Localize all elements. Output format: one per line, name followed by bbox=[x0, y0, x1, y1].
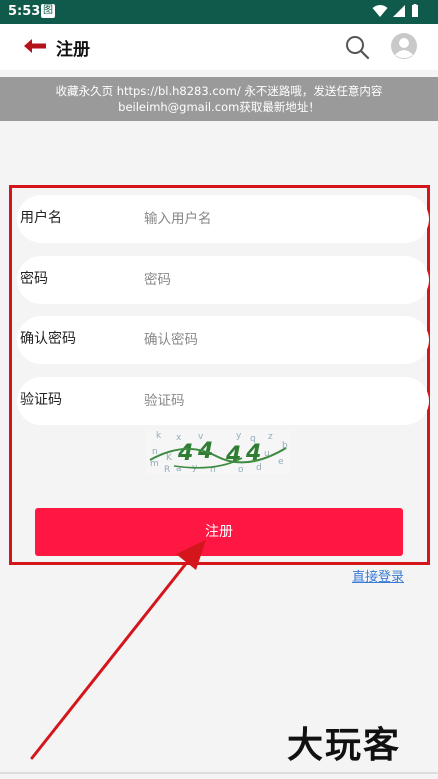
username-row: 用户名 bbox=[17, 195, 429, 243]
avatar-icon[interactable] bbox=[391, 33, 417, 59]
password-input[interactable] bbox=[142, 268, 406, 292]
svg-text:e: e bbox=[278, 457, 284, 467]
captcha-row: 验证码 bbox=[17, 377, 429, 425]
confirm-password-label: 确认密码 bbox=[20, 331, 76, 347]
username-input[interactable] bbox=[142, 207, 406, 231]
login-link[interactable]: 直接登录 bbox=[352, 566, 404, 585]
signal-icon bbox=[392, 5, 405, 17]
confirm-password-row: 确认密码 bbox=[17, 316, 429, 364]
status-indicators bbox=[372, 4, 420, 19]
register-button[interactable]: 注册 bbox=[35, 508, 403, 556]
notice-line-1: 收藏永久页 https://bl.h8283.com/ 永不迷路哦，发送任意内容 bbox=[55, 84, 383, 98]
confirm-password-input[interactable] bbox=[142, 328, 406, 352]
captcha-image[interactable]: kxv yqz nK u eR a yno dbm 44 44 bbox=[146, 430, 290, 474]
password-row: 密码 bbox=[17, 256, 429, 304]
svg-text:4: 4 bbox=[177, 441, 193, 466]
page-title: 注册 bbox=[56, 40, 90, 60]
app-notification-icon: 图 bbox=[41, 4, 55, 18]
password-label: 密码 bbox=[20, 271, 48, 287]
app-header: 注册 bbox=[0, 24, 438, 70]
svg-text:k: k bbox=[156, 431, 162, 441]
status-bar: 5:53 图 bbox=[0, 0, 438, 24]
svg-text:m: m bbox=[150, 459, 159, 469]
search-icon[interactable] bbox=[344, 34, 370, 60]
watermark: 大玩客 bbox=[287, 724, 402, 766]
bottom-divider bbox=[0, 772, 438, 774]
battery-icon bbox=[412, 4, 418, 17]
notice-banner: 收藏永久页 https://bl.h8283.com/ 永不迷路哦，发送任意内容… bbox=[0, 77, 438, 121]
captcha-label: 验证码 bbox=[20, 392, 62, 408]
svg-text:z: z bbox=[268, 432, 273, 442]
username-label: 用户名 bbox=[20, 210, 62, 226]
back-arrow-icon[interactable] bbox=[22, 36, 48, 56]
notice-line-2: beileimh@gmail.com获取最新地址！ bbox=[118, 100, 320, 114]
status-time: 5:53 bbox=[8, 4, 41, 19]
svg-text:R: R bbox=[164, 465, 170, 474]
captcha-input[interactable] bbox=[142, 389, 406, 413]
wifi-icon bbox=[372, 5, 388, 17]
svg-text:y: y bbox=[236, 431, 242, 441]
